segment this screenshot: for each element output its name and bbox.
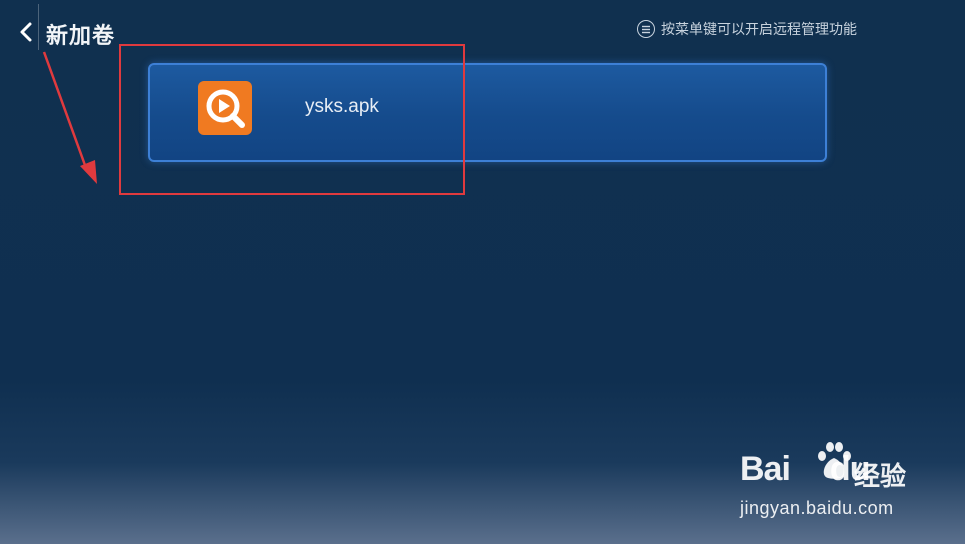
header-divider [38,4,39,50]
remote-management-hint: 按菜单键可以开启远程管理功能 [637,18,857,40]
annotation-highlight-box [119,44,465,195]
page-title: 新加卷 [46,24,116,49]
menu-circle-icon [637,20,655,38]
paw-icon [818,442,851,479]
baidu-jingyan-watermark: Bai du 经验 jingyan.baidu.com [740,440,950,525]
watermark-url: jingyan.baidu.com [740,498,894,518]
back-button[interactable] [16,16,36,48]
hint-text: 按菜单键可以开启远程管理功能 [661,22,857,38]
jingyan-text: 经验 [854,462,907,492]
chevron-left-icon [20,22,32,42]
